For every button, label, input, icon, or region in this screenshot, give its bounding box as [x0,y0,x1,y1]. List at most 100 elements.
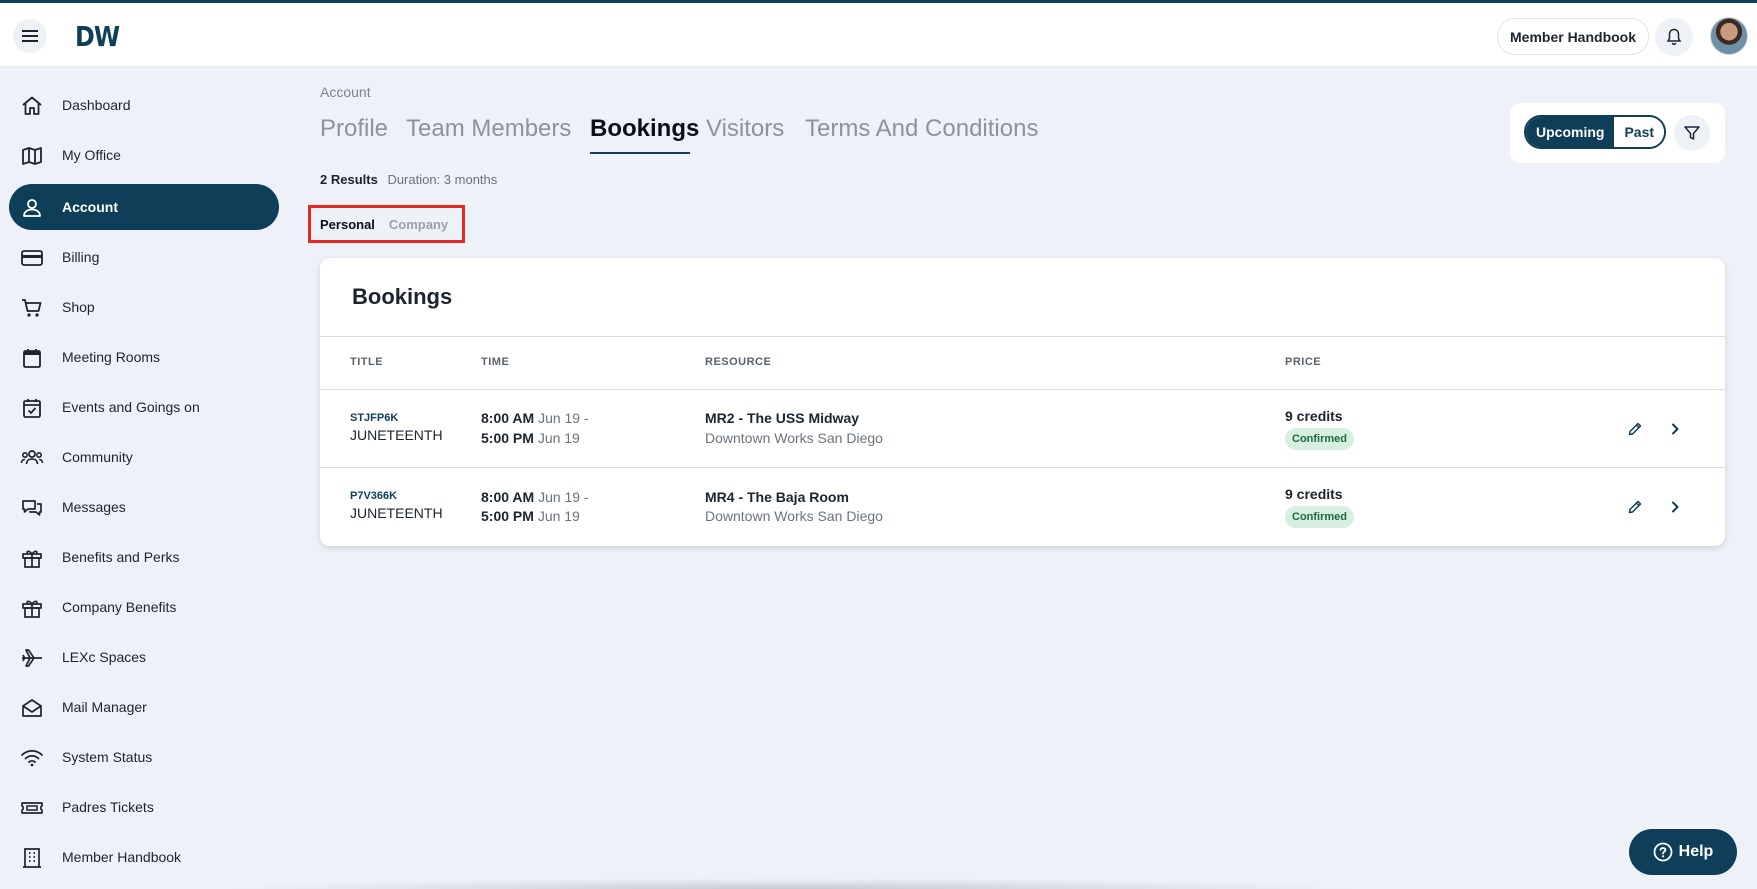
sidebar-item-label: Messages [62,499,126,515]
sidebar-item-label: Member Handbook [62,849,182,865]
open-booking-button[interactable] [1663,417,1687,441]
sidebar-item-label: LEXc Spaces [62,649,147,665]
breadcrumb: Account [320,84,371,100]
edit-booking-button[interactable] [1623,495,1647,519]
end-date: Jun 19 [537,430,580,446]
bell-icon [1666,28,1682,45]
chevron-right-icon [1672,501,1679,513]
card-title: Bookings [352,284,453,309]
notifications-button[interactable] [1655,18,1693,56]
end-date: Jun 19 [537,508,580,524]
cart-icon [22,299,42,317]
sidebar-item-label: Community [62,449,133,465]
table-row[interactable]: P7V366K JUNETEENTH 8:00 AM Jun 19 - 5:00… [320,468,1725,546]
start-date: Jun 19 - [538,410,589,426]
tab-profile[interactable]: Profile [320,115,388,143]
credit-card-icon [21,250,43,266]
hamburger-menu-button[interactable] [13,19,47,53]
help-circle-icon [1653,842,1673,862]
subtab-personal[interactable]: Personal [320,217,375,232]
users-icon [20,450,44,465]
sidebar-item-community[interactable]: Community [9,434,279,480]
booking-code: P7V366K [350,490,398,502]
past-button[interactable]: Past [1614,117,1665,147]
end-time: 5:00 PM [481,430,534,446]
sidebar-item-label: Mail Manager [62,699,147,715]
start-time: 8:00 AM [481,489,535,505]
gift-icon [22,600,42,618]
booking-code: STJFP6K [350,412,399,424]
sidebar-item-messages[interactable]: Messages [9,484,279,530]
tab-team-members[interactable]: Team Members [406,115,571,143]
results-summary: 2 Results Duration: 3 months [320,172,497,187]
sidebar-item-lexc-spaces[interactable]: LEXc Spaces [9,634,279,680]
calendar-icon [23,349,41,368]
member-handbook-button[interactable]: Member Handbook [1497,18,1650,55]
user-avatar[interactable] [1710,17,1748,55]
table-row[interactable]: STJFP6K JUNETEENTH 8:00 AM Jun 19 - 5:00… [320,390,1725,468]
sidebar-item-meeting-rooms[interactable]: Meeting Rooms [9,334,279,380]
map-icon [22,147,42,165]
sidebar-item-label: Benefits and Perks [62,549,180,565]
sidebar-item-billing[interactable]: Billing [9,234,279,280]
plane-icon [22,649,42,667]
booking-start: 8:00 AM Jun 19 - [481,489,589,505]
filter-icon [1684,126,1700,140]
booking-start: 8:00 AM Jun 19 - [481,410,589,426]
edit-booking-button[interactable] [1623,417,1647,441]
sidebar-item-events[interactable]: Events and Goings on [9,384,279,430]
sidebar-item-system-status[interactable]: System Status [9,734,279,780]
ticket-icon [21,802,43,814]
sidebar-item-label: Padres Tickets [62,799,154,815]
pencil-icon [1628,422,1642,436]
sidebar-item-label: Shop [62,299,95,315]
sidebar-item-benefits-and-perks[interactable]: Benefits and Perks [9,534,279,580]
column-header-price: PRICE [1285,356,1322,368]
sidebar-item-label: Company Benefits [62,599,177,615]
resource-location: Downtown Works San Diego [705,508,883,524]
sidebar-item-label: Account [62,199,118,215]
booking-price: 9 credits [1285,486,1343,502]
open-booking-button[interactable] [1663,495,1687,519]
sidebar-item-mail-manager[interactable]: Mail Manager [9,684,279,730]
sidebar-item-padres-tickets[interactable]: Padres Tickets [9,784,279,830]
help-label: Help [1678,843,1714,860]
hamburger-icon [22,30,38,42]
start-date: Jun 19 - [538,489,589,505]
calendar-check-icon [23,399,41,418]
mail-open-icon [22,699,42,717]
status-badge: Confirmed [1285,506,1354,528]
sidebar-item-label: Billing [62,249,100,265]
booking-title: JUNETEENTH [350,427,443,443]
bookings-card: Bookings TITLE TIME RESOURCE PRICE STJFP… [320,258,1725,546]
sidebar-item-label: Events and Goings on [62,399,200,415]
tab-terms-and-conditions[interactable]: Terms And Conditions [805,115,1038,143]
filter-button[interactable] [1674,115,1710,151]
sidebar-item-account[interactable]: Account [9,184,279,230]
booking-price: 9 credits [1285,408,1343,424]
sidebar-item-shop[interactable]: Shop [9,284,279,330]
app-logo[interactable]: DW [75,20,120,53]
active-tab-indicator [590,152,690,154]
column-header-resource: RESOURCE [705,356,772,368]
sidebar-item-member-handbook[interactable]: Member Handbook [9,834,279,880]
pencil-icon [1628,500,1642,514]
wifi-icon [21,749,43,767]
divider [320,336,1725,337]
sidebar-item-company-benefits[interactable]: Company Benefits [9,584,279,630]
tab-bookings[interactable]: Bookings [590,115,699,143]
sidebar-item-dashboard[interactable]: Dashboard [9,82,279,128]
building-icon [23,848,41,868]
upcoming-button[interactable]: Upcoming [1526,117,1615,147]
sidebar-item-my-office[interactable]: My Office [9,132,279,178]
start-time: 8:00 AM [481,410,535,426]
bottom-shadow [220,878,1360,889]
sidebar-item-label: My Office [62,147,121,163]
help-button[interactable]: Help [1629,829,1737,875]
booking-title: JUNETEENTH [350,505,443,521]
duration-text: Duration: 3 months [387,172,498,187]
home-icon [22,96,42,115]
subtab-company[interactable]: Company [389,217,448,232]
gift-icon [22,550,42,568]
tab-visitors[interactable]: Visitors [706,115,784,143]
